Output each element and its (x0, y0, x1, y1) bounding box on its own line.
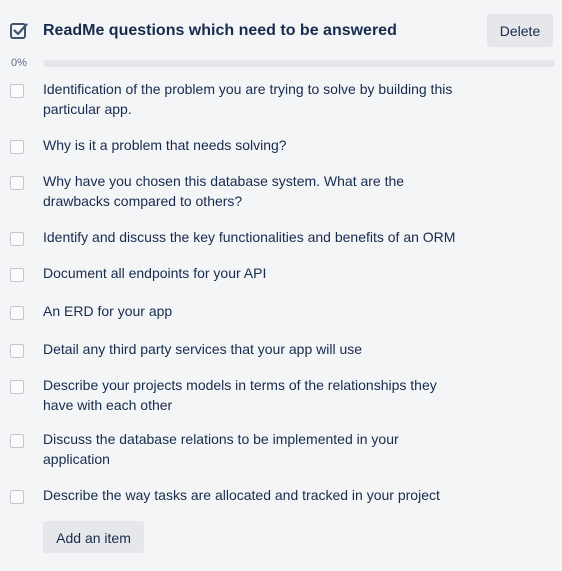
item-checkbox[interactable] (10, 232, 24, 246)
item-text[interactable]: Describe the way tasks are allocated and… (43, 484, 468, 506)
item-checkbox[interactable] (10, 176, 24, 190)
checklist-item[interactable]: An ERD for your app (0, 300, 562, 322)
item-text[interactable]: Why have you chosen this database system… (43, 170, 468, 212)
checklist-item[interactable]: Why have you chosen this database system… (0, 170, 562, 212)
item-checkbox[interactable] (10, 434, 24, 448)
delete-button[interactable]: Delete (487, 14, 553, 47)
progress-bar (43, 60, 555, 67)
item-text[interactable]: Identification of the problem you are tr… (43, 78, 468, 120)
checklist-item[interactable]: Discuss the database relations to be imp… (0, 428, 562, 470)
progress-percentage: 0% (11, 57, 27, 69)
checklist-header: ReadMe questions which need to be answer… (0, 14, 562, 48)
item-text[interactable]: Identify and discuss the key functionali… (43, 226, 468, 248)
item-text[interactable]: Discuss the database relations to be imp… (43, 428, 468, 470)
checklist-item[interactable]: Describe the way tasks are allocated and… (0, 484, 562, 506)
item-checkbox[interactable] (10, 306, 24, 320)
checklist-item[interactable]: Identify and discuss the key functionali… (0, 226, 562, 248)
checklist-item[interactable]: Why is it a problem that needs solving? (0, 134, 562, 156)
item-checkbox[interactable] (10, 344, 24, 358)
checklist-item[interactable]: Detail any third party services that you… (0, 338, 562, 360)
checklist-item[interactable]: Describe your projects models in terms o… (0, 374, 562, 416)
item-checkbox[interactable] (10, 140, 24, 154)
item-checkbox[interactable] (10, 490, 24, 504)
add-item-button[interactable]: Add an item (43, 521, 144, 553)
item-text[interactable]: Document all endpoints for your API (43, 262, 468, 284)
item-text[interactable]: Describe your projects models in terms o… (43, 374, 468, 416)
checklist-item[interactable]: Identification of the problem you are tr… (0, 78, 562, 120)
checklist-title[interactable]: ReadMe questions which need to be answer… (43, 21, 397, 41)
checkbox-checked-icon (10, 22, 28, 40)
item-text[interactable]: Detail any third party services that you… (43, 338, 468, 360)
item-checkbox[interactable] (10, 84, 24, 98)
item-checkbox[interactable] (10, 380, 24, 394)
item-text[interactable]: Why is it a problem that needs solving? (43, 134, 468, 156)
item-text[interactable]: An ERD for your app (43, 300, 468, 322)
checklist-item[interactable]: Document all endpoints for your API (0, 262, 562, 284)
item-checkbox[interactable] (10, 268, 24, 282)
checklist-progress: 0% (0, 56, 562, 70)
checklist-items: Identification of the problem you are tr… (0, 78, 562, 506)
